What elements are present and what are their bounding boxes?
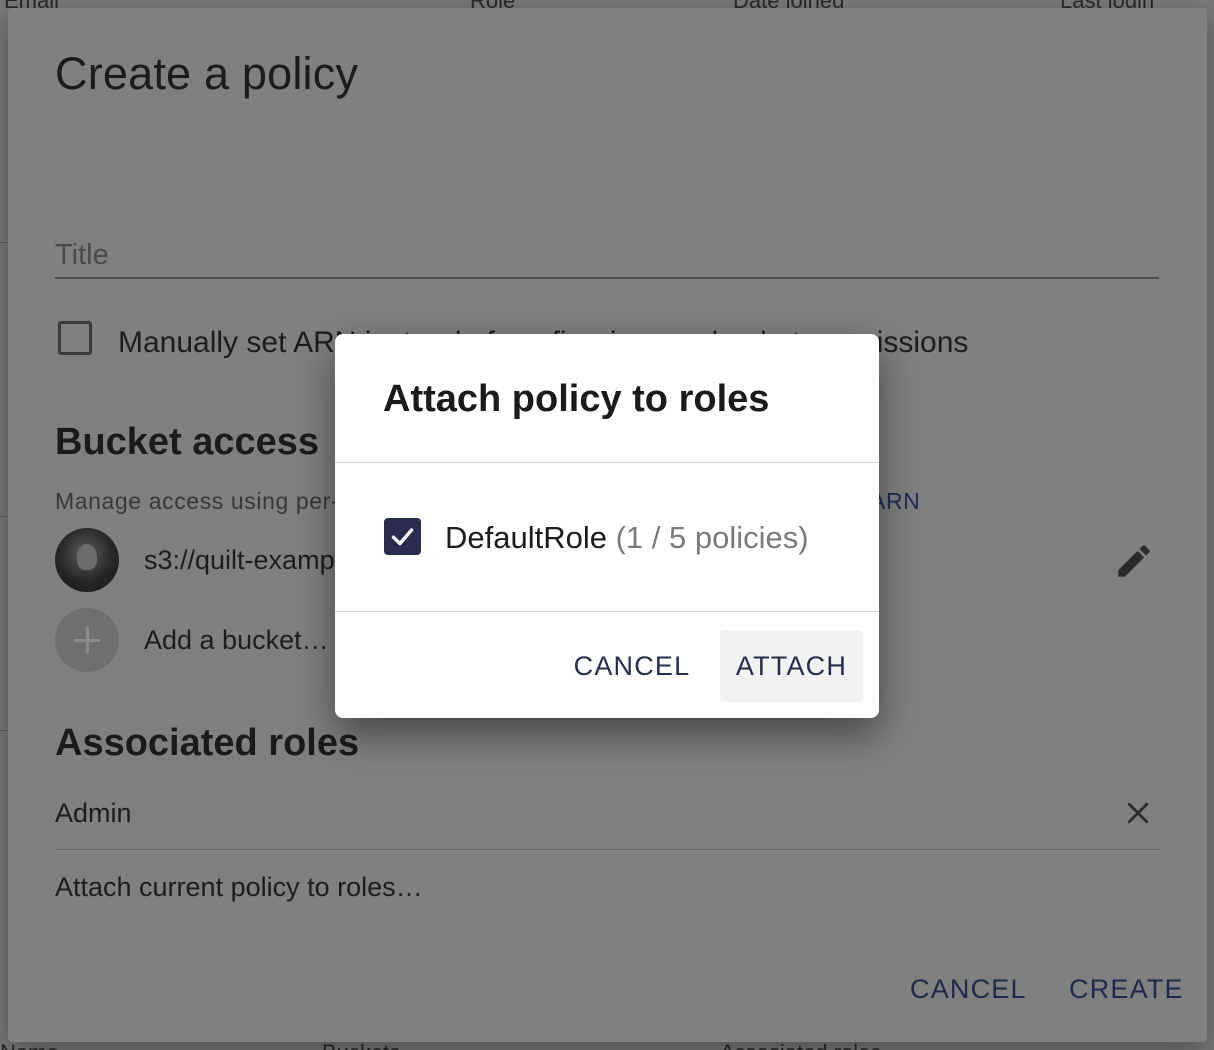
pencil-icon[interactable]: [1113, 540, 1155, 582]
modal-divider-top: [335, 462, 879, 463]
role-option[interactable]: DefaultRole (1 / 5 policies): [445, 520, 809, 556]
role-option-name: DefaultRole: [445, 520, 607, 555]
bg-divider: [0, 516, 8, 517]
title-placeholder: Title: [55, 239, 109, 271]
bucket-name[interactable]: s3://quilt-example: [144, 545, 356, 576]
add-bucket-label[interactable]: Add a bucket…: [144, 625, 329, 656]
role-row: Admin: [55, 784, 1159, 850]
close-icon[interactable]: [1123, 798, 1153, 828]
title-input[interactable]: Title: [55, 223, 1159, 279]
cancel-button[interactable]: CANCEL: [910, 974, 1027, 1005]
modal-divider-bottom: [335, 611, 879, 612]
checkmark-icon: [391, 528, 414, 546]
role-checkbox[interactable]: [384, 518, 421, 555]
bucket-avatar: [55, 528, 119, 592]
create-button[interactable]: CREATE: [1069, 974, 1184, 1005]
role-name: Admin: [55, 798, 132, 828]
dialog-title: Create a policy: [55, 48, 359, 99]
modal-title: Attach policy to roles: [383, 378, 770, 420]
manual-arn-checkbox[interactable]: [58, 321, 92, 355]
add-bucket-icon[interactable]: [55, 608, 119, 672]
modal-attach-button[interactable]: ATTACH: [720, 630, 863, 702]
role-option-policies: (1 / 5 policies): [615, 520, 809, 555]
associated-roles-heading: Associated roles: [55, 722, 360, 764]
attach-roles-button[interactable]: Attach current policy to roles…: [55, 872, 423, 903]
bucket-access-heading: Bucket access: [55, 421, 320, 463]
attach-policy-modal: Attach policy to roles DefaultRole (1 / …: [335, 334, 879, 718]
modal-cancel-button[interactable]: CANCEL: [563, 630, 701, 702]
bg-divider: [0, 730, 8, 731]
bg-divider: [0, 242, 8, 243]
